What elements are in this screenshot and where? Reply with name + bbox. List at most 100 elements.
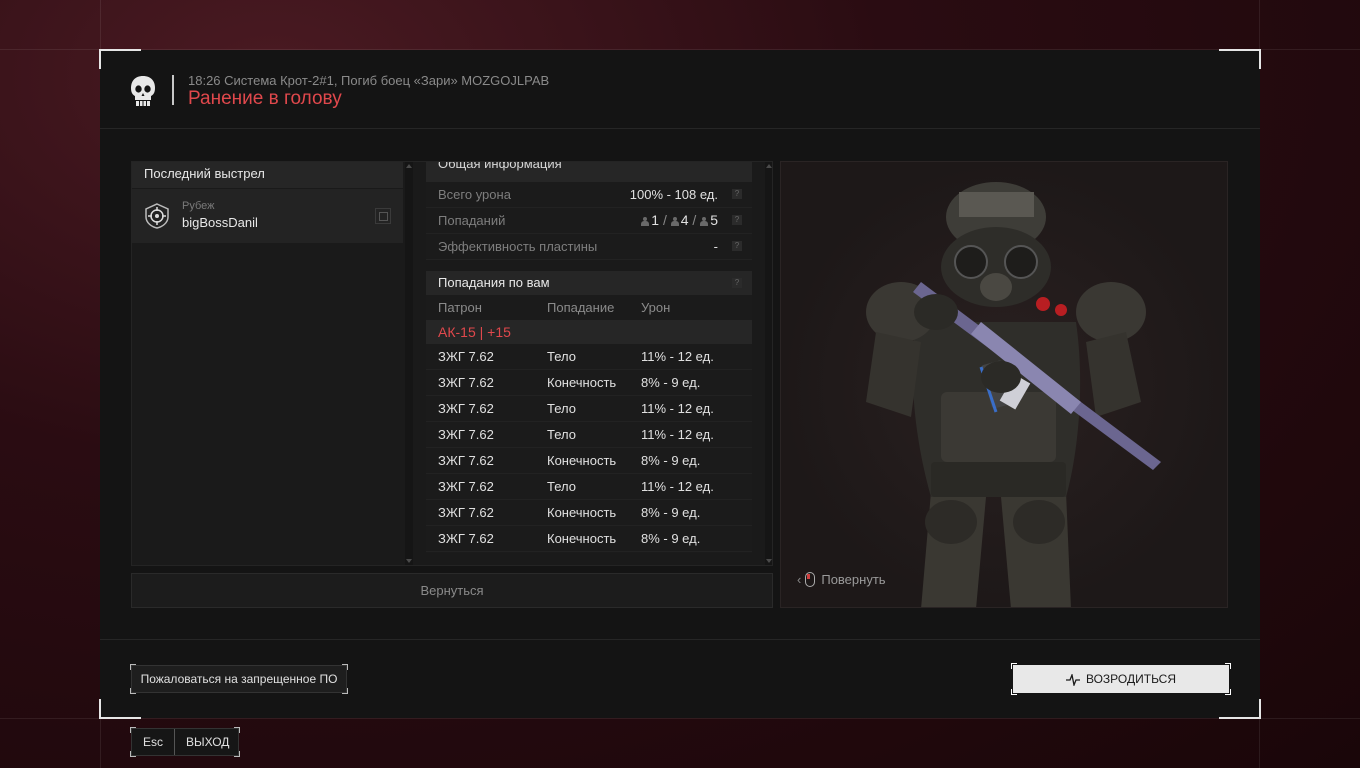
- hits-count-c: 5: [710, 212, 718, 228]
- help-icon[interactable]: ?: [732, 278, 742, 288]
- skull-icon: [131, 76, 155, 106]
- ammo-cell: ЗЖГ 7.62: [438, 375, 494, 390]
- button-corner: [342, 664, 348, 670]
- zone-cell: Тело: [547, 349, 576, 364]
- mouse-icon: [805, 572, 816, 587]
- help-icon[interactable]: ?: [732, 241, 742, 251]
- zone-cell: Тело: [547, 479, 576, 494]
- button-corner: [130, 664, 136, 670]
- info-value: 100% - 108 ед.: [629, 187, 718, 202]
- column-header: Урон: [641, 300, 671, 315]
- table-row: ЗЖГ 7.62 Тело 11% - 12 ед.: [426, 396, 752, 422]
- ammo-cell: ЗЖГ 7.62: [438, 349, 494, 364]
- damage-cell: 8% - 9 ед.: [641, 505, 701, 520]
- soldier-model: [781, 162, 1227, 607]
- damage-cell: 11% - 12 ед.: [641, 349, 714, 364]
- esc-key-hint: Esc: [132, 729, 175, 755]
- hits-heading: Попадания по вам ?: [426, 271, 752, 295]
- weapon-name: АК-15 | +15: [426, 320, 752, 344]
- table-row: ЗЖГ 7.62 Конечность 8% - 9 ед.: [426, 370, 752, 396]
- character-model-viewer[interactable]: ‹ Повернуть: [780, 161, 1228, 608]
- button-corner: [1225, 663, 1231, 669]
- table-row: ЗЖГ 7.62 Тело 11% - 12 ед.: [426, 422, 752, 448]
- zone-cell: Тело: [547, 427, 576, 442]
- button-corner: [342, 688, 348, 694]
- damage-cell: 8% - 9 ед.: [641, 375, 701, 390]
- hits-heading-label: Попадания по вам: [438, 275, 550, 290]
- death-screen: 18:26 Система Крот-2#1, Погиб боец «Зари…: [99, 49, 1261, 719]
- table-row: ЗЖГ 7.62 Тело 11% - 12 ед.: [426, 344, 752, 370]
- exit-button[interactable]: Esc ВЫХОД: [130, 727, 240, 757]
- scroll-up-icon[interactable]: [766, 164, 772, 168]
- stats-panel: Последний выстрел Рубеж bigBossDanil Общ…: [131, 161, 773, 566]
- general-info-heading: Общая информация: [426, 162, 752, 182]
- ammo-cell: ЗЖГ 7.62: [438, 531, 494, 546]
- table-row: ЗЖГ 7.62 Конечность 8% - 9 ед.: [426, 526, 752, 552]
- info-value: -: [713, 239, 718, 254]
- death-cause: Ранение в голову: [188, 88, 342, 109]
- info-label: Попаданий: [438, 213, 506, 228]
- arrow-left-icon: ‹: [797, 572, 802, 587]
- ammo-cell: ЗЖГ 7.62: [438, 401, 494, 416]
- table-row: ЗЖГ 7.62 Конечность 8% - 9 ед.: [426, 448, 752, 474]
- info-label: Всего урона: [438, 187, 511, 202]
- damage-cell: 11% - 12 ед.: [641, 401, 714, 416]
- button-corner: [1225, 689, 1231, 695]
- info-label: Эффективность пластины: [438, 239, 598, 254]
- scroll-down-icon[interactable]: [766, 559, 772, 563]
- scrollbar-left[interactable]: [405, 162, 413, 565]
- scroll-down-icon[interactable]: [406, 559, 412, 563]
- zone-cell: Конечность: [547, 531, 617, 546]
- help-icon[interactable]: ?: [732, 189, 742, 199]
- respawn-button[interactable]: ВОЗРОДИТЬСЯ: [1011, 663, 1231, 695]
- exit-label: ВЫХОД: [186, 735, 230, 749]
- death-details: 18:26 Система Крот-2#1, Погиб боец «Зари…: [188, 73, 550, 88]
- person-icon: [700, 217, 709, 226]
- killer-rank: Рубеж: [182, 200, 215, 212]
- table-row: ЗЖГ 7.62 Тело 11% - 12 ед.: [426, 474, 752, 500]
- scrollbar-right[interactable]: [765, 162, 772, 565]
- button-corner: [130, 688, 136, 694]
- rank-badge-icon: [145, 203, 169, 229]
- damage-cell: 8% - 9 ед.: [641, 453, 701, 468]
- hits-count-a: 1: [651, 212, 660, 228]
- rotate-hint: ‹ Повернуть: [797, 572, 886, 587]
- button-corner: [1011, 663, 1017, 669]
- hits-on-you-section: Попадания по вам ? Патрон Попадание Урон…: [426, 271, 752, 553]
- copy-icon[interactable]: [375, 208, 391, 224]
- report-cheater-button[interactable]: Пожаловаться на запрещенное ПО: [130, 664, 348, 694]
- killer-card[interactable]: Рубеж bigBossDanil: [132, 189, 403, 243]
- damage-cell: 11% - 12 ед.: [641, 479, 714, 494]
- info-row-total-damage: Всего урона 100% - 108 ед. ?: [426, 182, 752, 208]
- button-corner: [234, 727, 240, 733]
- footer-bar: Пожаловаться на запрещенное ПО ВОЗРОДИТЬ…: [100, 639, 1260, 719]
- general-info-section: Общая информация Всего урона 100% - 108 …: [426, 162, 752, 262]
- ammo-cell: ЗЖГ 7.62: [438, 453, 494, 468]
- ammo-cell: ЗЖГ 7.62: [438, 427, 494, 442]
- ammo-cell: ЗЖГ 7.62: [438, 479, 494, 494]
- scroll-up-icon[interactable]: [406, 164, 412, 168]
- respawn-label: ВОЗРОДИТЬСЯ: [1085, 672, 1177, 686]
- hits-columns: Патрон Попадание Урон: [426, 295, 752, 320]
- back-button[interactable]: Вернуться: [131, 573, 773, 608]
- zone-cell: Тело: [547, 401, 576, 416]
- column-header: Попадание: [547, 300, 615, 315]
- header-divider: [172, 75, 174, 105]
- damage-cell: 11% - 12 ед.: [641, 427, 714, 442]
- ammo-cell: ЗЖГ 7.62: [438, 505, 494, 520]
- column-header: Патрон: [438, 300, 482, 315]
- button-corner: [234, 751, 240, 757]
- death-header: 18:26 Система Крот-2#1, Погиб боец «Зари…: [100, 50, 1260, 129]
- zone-cell: Конечность: [547, 505, 617, 520]
- last-shot-heading: Последний выстрел: [132, 162, 403, 188]
- person-icon: [641, 217, 650, 226]
- hits-counts: 1 / 4 / 5: [641, 208, 718, 233]
- heartbeat-icon: [1065, 674, 1080, 686]
- info-row-hits: Попаданий 1 / 4 / 5 ?: [426, 208, 752, 234]
- killer-nickname: bigBossDanil: [182, 215, 258, 230]
- info-row-plate-efficiency: Эффективность пластины - ?: [426, 234, 752, 260]
- person-icon: [670, 217, 679, 226]
- report-label: Пожаловаться на запрещенное ПО: [140, 672, 338, 686]
- help-icon[interactable]: ?: [732, 215, 742, 225]
- button-corner: [1011, 689, 1017, 695]
